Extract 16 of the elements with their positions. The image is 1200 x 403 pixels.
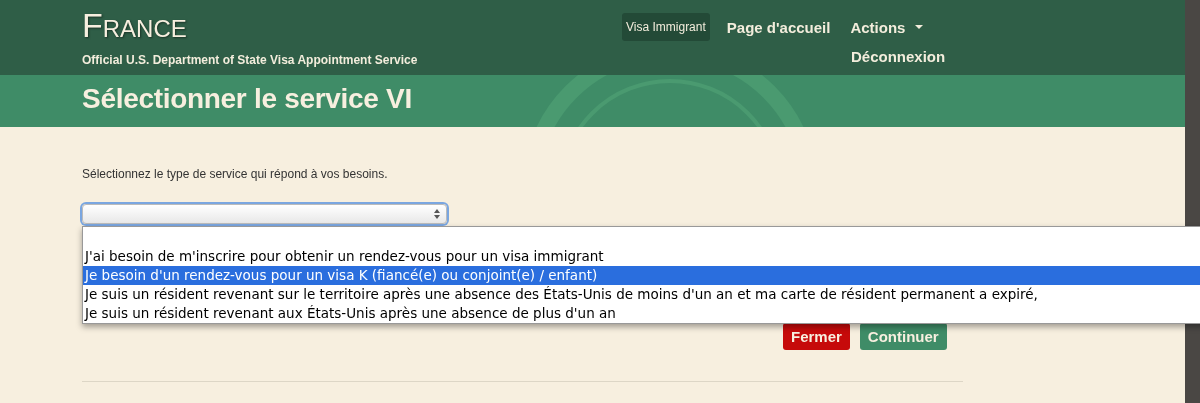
page-title: Sélectionner le service VI (82, 82, 412, 116)
dropdown-option[interactable]: Je besoin d'un rendez-vous pour un visa K (fiancé(e) ou conjoint(e) / enfant) (83, 266, 1200, 285)
site-title: France (82, 6, 188, 44)
action-button[interactable]: Fermer (783, 323, 850, 350)
nav-link[interactable]: Visa Immigrant (622, 13, 710, 41)
stepper-icon (434, 209, 440, 219)
instruction-text: Sélectionnez le type de service qui répond à vos besoins. (82, 167, 389, 181)
nav-link[interactable]: Page d'accueil (723, 13, 834, 41)
nav-link[interactable]: Déconnexion (848, 47, 949, 66)
dropdown-option[interactable]: Je suis un résident revenant sur le territoire après une absence des États-Unis de moins d'un an et ma carte de résident permanent a expiré, (83, 285, 1200, 304)
dropdown-option[interactable]: Je suis un résident revenant aux États-Unis après une absence de plus d'un an (83, 304, 1200, 323)
dropdown-option[interactable]: J'ai besoin de m'inscrire pour obtenir un rendez-vous pour un visa immigrant (83, 247, 1200, 266)
action-button[interactable]: Continuer (859, 323, 947, 350)
nav-link[interactable]: Actions (847, 13, 927, 41)
service-select[interactable] (82, 204, 447, 224)
site-subtitle: Official U.S. Department of State Visa Appointment Service (82, 53, 419, 67)
